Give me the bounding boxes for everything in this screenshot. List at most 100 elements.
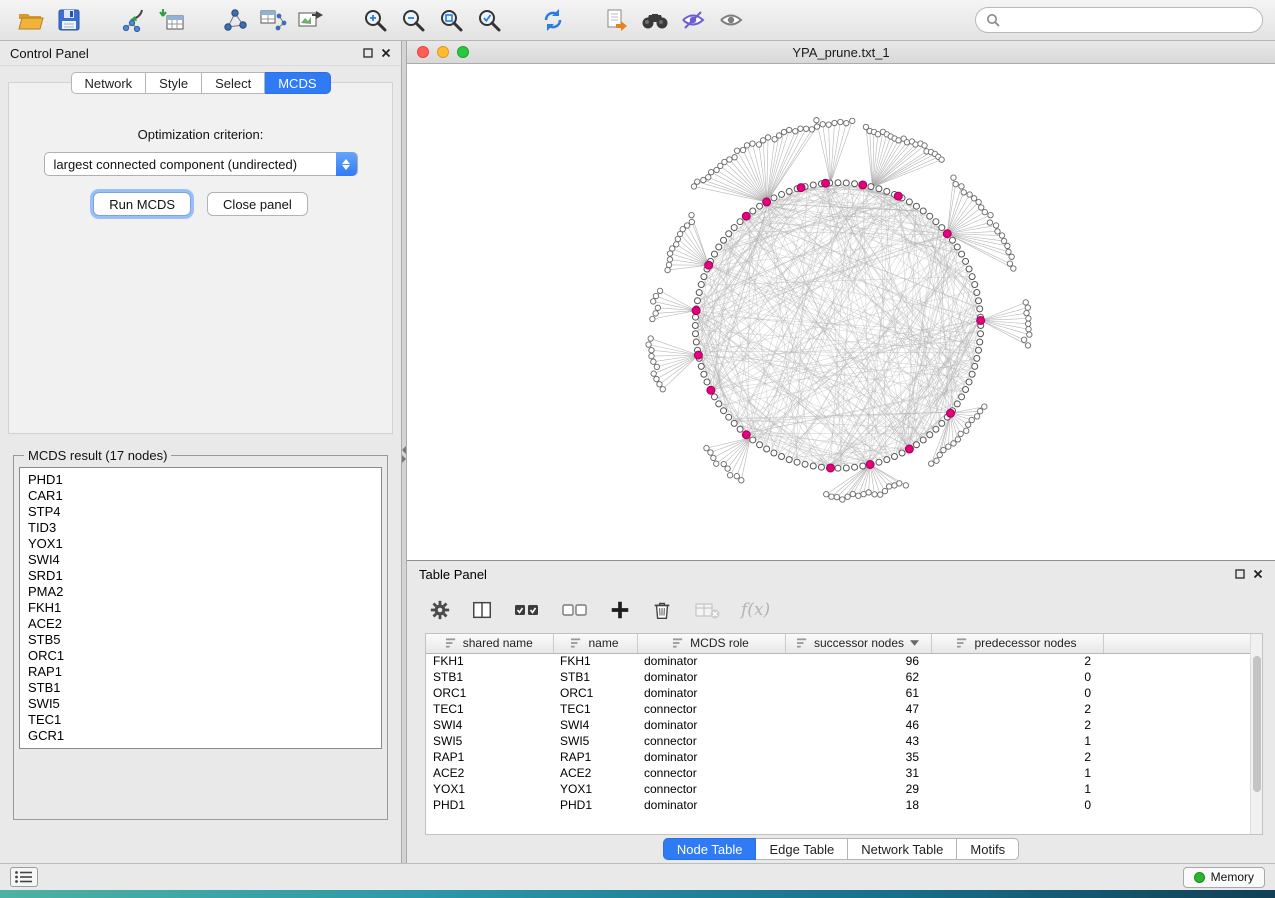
zoom-fit-icon xyxy=(438,7,464,33)
function-builder-button[interactable]: f(x) xyxy=(741,600,770,620)
table-row[interactable]: FKH1FKH1dominator962 xyxy=(426,653,1250,669)
share-document-button[interactable] xyxy=(598,3,636,37)
table-settings-button[interactable] xyxy=(429,599,451,621)
float-window-icon xyxy=(363,48,373,58)
table-tab-node-table[interactable]: Node Table xyxy=(663,838,757,860)
control-panel-header: Control Panel xyxy=(0,41,401,65)
network-from-table-button[interactable] xyxy=(254,3,292,37)
new-network-button[interactable] xyxy=(216,3,254,37)
table-toolbar: f(x) xyxy=(407,587,1275,633)
splitter-handle-icon[interactable] xyxy=(402,445,406,464)
column-header-predecessor_nodes[interactable]: predecessor nodes xyxy=(931,634,1103,653)
mcds-result-list[interactable]: PHD1CAR1STP4TID3YOX1SWI4SRD1PMA2FKH1ACE2… xyxy=(19,467,382,749)
table-row[interactable]: ACE2ACE2connector311 xyxy=(426,765,1250,781)
column-header-successor_nodes[interactable]: successor nodes xyxy=(785,634,931,653)
new-network-icon xyxy=(221,7,249,33)
tab-network[interactable]: Network xyxy=(70,72,146,94)
zoom-out-button[interactable] xyxy=(394,3,432,37)
table-scrollbar[interactable] xyxy=(1250,634,1262,834)
float-table-panel-button[interactable] xyxy=(1235,569,1245,579)
table-row[interactable]: PHD1PHD1dominator180 xyxy=(426,797,1250,813)
main-toolbar xyxy=(0,0,1275,41)
show-columns-button[interactable] xyxy=(471,599,493,621)
refresh-layout-icon xyxy=(540,7,566,33)
refresh-layout-button[interactable] xyxy=(534,3,572,37)
mcds-result-item[interactable]: TEC1 xyxy=(28,712,373,728)
column-header-name[interactable]: name xyxy=(553,634,637,653)
mcds-result-item[interactable]: FKH1 xyxy=(28,600,373,616)
tab-style[interactable]: Style xyxy=(146,72,202,94)
close-table-panel-button[interactable] xyxy=(1253,569,1263,579)
table-row[interactable]: RAP1RAP1dominator352 xyxy=(426,749,1250,765)
mcds-result-item[interactable]: STB5 xyxy=(28,632,373,648)
import-table-button[interactable] xyxy=(152,3,190,37)
panel-visibility-button[interactable] xyxy=(10,867,38,887)
network-canvas[interactable] xyxy=(407,64,1275,560)
show-panel-button[interactable] xyxy=(712,3,750,37)
open-file-button[interactable] xyxy=(12,3,50,37)
table-tab-motifs[interactable]: Motifs xyxy=(957,838,1019,860)
table-tab-edge-table[interactable]: Edge Table xyxy=(756,838,848,860)
gear-icon xyxy=(429,599,451,621)
table-row[interactable]: TEC1TEC1connector472 xyxy=(426,701,1250,717)
find-icon xyxy=(640,7,670,33)
delete-column-button[interactable] xyxy=(651,599,673,621)
mcds-result-item[interactable]: SWI5 xyxy=(28,696,373,712)
delete-table-button[interactable] xyxy=(693,598,721,622)
run-mcds-button[interactable]: Run MCDS xyxy=(93,192,191,216)
mcds-result-group: MCDS result (17 nodes) PHD1CAR1STP4TID3Y… xyxy=(13,448,388,820)
search-box[interactable] xyxy=(975,7,1263,33)
select-all-button[interactable] xyxy=(513,598,541,622)
tab-mcds[interactable]: MCDS xyxy=(265,72,330,94)
deselect-all-button[interactable] xyxy=(561,598,589,622)
mcds-result-item[interactable]: ACE2 xyxy=(28,616,373,632)
find-button[interactable] xyxy=(636,3,674,37)
table-row[interactable]: STB1STB1dominator620 xyxy=(426,669,1250,685)
float-control-panel-button[interactable] xyxy=(363,48,373,58)
column-header-mcds_role[interactable]: MCDS role xyxy=(637,634,785,653)
close-control-panel-button[interactable] xyxy=(381,48,391,58)
table-row[interactable]: YOX1YOX1connector291 xyxy=(426,781,1250,797)
column-header-shared_name[interactable]: shared name xyxy=(426,634,553,653)
table-tab-network-table[interactable]: Network Table xyxy=(848,838,957,860)
search-input[interactable] xyxy=(1006,13,1252,28)
tab-select[interactable]: Select xyxy=(202,72,265,94)
mcds-result-item[interactable]: RAP1 xyxy=(28,664,373,680)
table-panel-title: Table Panel xyxy=(419,567,487,582)
import-network-button[interactable] xyxy=(114,3,152,37)
optimization-criterion-select[interactable]: largest connected component (undirected) xyxy=(44,152,358,176)
mcds-result-item[interactable]: PHD1 xyxy=(28,472,373,488)
network-window-titlebar[interactable]: YPA_prune.txt_1 xyxy=(407,41,1275,64)
zoom-in-button[interactable] xyxy=(356,3,394,37)
scrollbar-thumb[interactable] xyxy=(1253,656,1261,792)
mcds-result-item[interactable]: STB1 xyxy=(28,680,373,696)
mcds-result-item[interactable]: GCR1 xyxy=(28,728,373,744)
mcds-result-item[interactable]: STP4 xyxy=(28,504,373,520)
zoom-out-icon xyxy=(400,7,426,33)
panel-splitter[interactable] xyxy=(401,41,407,863)
function-icon: f(x) xyxy=(741,600,770,620)
table-row[interactable]: SWI4SWI4dominator462 xyxy=(426,717,1250,733)
zoom-selected-button[interactable] xyxy=(470,3,508,37)
mcds-result-item[interactable]: CAR1 xyxy=(28,488,373,504)
hide-panel-button[interactable] xyxy=(674,3,712,37)
control-panel-tabs: NetworkStyleSelectMCDS xyxy=(70,72,330,94)
status-bar: Memory xyxy=(0,863,1275,890)
memory-button[interactable]: Memory xyxy=(1183,867,1265,888)
close-mcds-panel-button[interactable]: Close panel xyxy=(207,192,308,216)
add-column-button[interactable] xyxy=(609,599,631,621)
save-session-button[interactable] xyxy=(50,3,88,37)
mcds-result-item[interactable]: YOX1 xyxy=(28,536,373,552)
mcds-result-item[interactable]: ORC1 xyxy=(28,648,373,664)
mcds-result-item[interactable]: TID3 xyxy=(28,520,373,536)
table-row[interactable]: SWI5SWI5connector431 xyxy=(426,733,1250,749)
zoom-fit-button[interactable] xyxy=(432,3,470,37)
mcds-result-item[interactable]: SWI4 xyxy=(28,552,373,568)
mcds-result-item[interactable]: SRD1 xyxy=(28,568,373,584)
table-row[interactable]: ORC1ORC1dominator610 xyxy=(426,685,1250,701)
mcds-result-item[interactable]: PMA2 xyxy=(28,584,373,600)
table-tabs: Node TableEdge TableNetwork TableMotifs xyxy=(407,835,1275,863)
export-image-button[interactable] xyxy=(292,3,330,37)
list-icon xyxy=(14,870,34,884)
column-menu-icon xyxy=(571,638,582,648)
